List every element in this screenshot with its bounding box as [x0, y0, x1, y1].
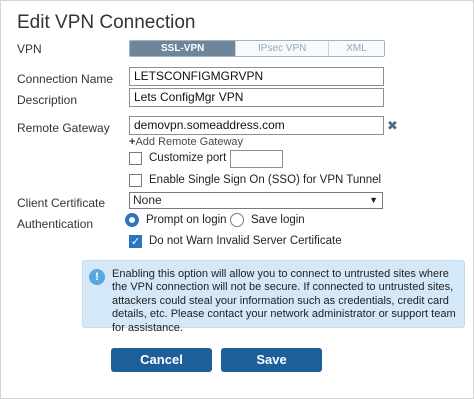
save-button[interactable]: Save: [221, 348, 322, 372]
connection-name-label: Connection Name: [17, 72, 114, 86]
vpn-label: VPN: [17, 42, 42, 56]
save-login-radio[interactable]: [230, 213, 244, 227]
description-label: Description: [17, 93, 78, 107]
vpn-type-xml[interactable]: XML: [328, 41, 384, 56]
cancel-button[interactable]: Cancel: [111, 348, 212, 372]
insecure-warning-notice: ! Enabling this option will allow you to…: [82, 260, 465, 334]
vpn-type-selector: SSL-VPN IPsec VPN XML: [129, 40, 385, 57]
add-remote-gateway-label: Add Remote Gateway: [135, 136, 244, 148]
prompt-on-login-label: Prompt on login: [146, 214, 227, 226]
client-certificate-value: None: [133, 193, 162, 207]
client-certificate-label: Client Certificate: [17, 196, 106, 210]
customize-port-input[interactable]: [230, 150, 283, 168]
chevron-down-icon: ▼: [369, 195, 378, 205]
checkmark-icon: ✓: [130, 236, 141, 248]
remote-gateway-label: Remote Gateway: [17, 121, 110, 135]
no-warn-checkbox[interactable]: ✓: [129, 235, 142, 248]
sso-checkbox[interactable]: [129, 174, 142, 187]
client-certificate-select[interactable]: None ▼: [129, 192, 383, 209]
add-remote-gateway-link[interactable]: +Add Remote Gateway: [129, 136, 243, 148]
dialog-title: Edit VPN Connection: [17, 12, 196, 33]
info-icon: !: [89, 269, 105, 285]
close-icon[interactable]: ✖: [387, 118, 398, 134]
customize-port-label: Customize port: [149, 152, 227, 164]
authentication-label: Authentication: [17, 217, 94, 231]
prompt-on-login-radio[interactable]: [125, 213, 139, 227]
connection-name-input[interactable]: LETSCONFIGMGRVPN: [129, 67, 384, 86]
notice-text: Enabling this option will allow you to c…: [112, 268, 456, 334]
no-warn-label: Do not Warn Invalid Server Certificate: [149, 235, 342, 247]
vpn-type-ipsec[interactable]: IPsec VPN: [235, 41, 329, 56]
vpn-type-ssl[interactable]: SSL-VPN: [130, 41, 236, 56]
description-input[interactable]: Lets ConfigMgr VPN: [129, 88, 384, 107]
save-login-label: Save login: [251, 214, 305, 226]
remote-gateway-input[interactable]: demovpn.someaddress.com: [129, 116, 384, 135]
sso-label: Enable Single Sign On (SSO) for VPN Tunn…: [149, 174, 382, 186]
customize-port-checkbox[interactable]: [129, 152, 142, 165]
